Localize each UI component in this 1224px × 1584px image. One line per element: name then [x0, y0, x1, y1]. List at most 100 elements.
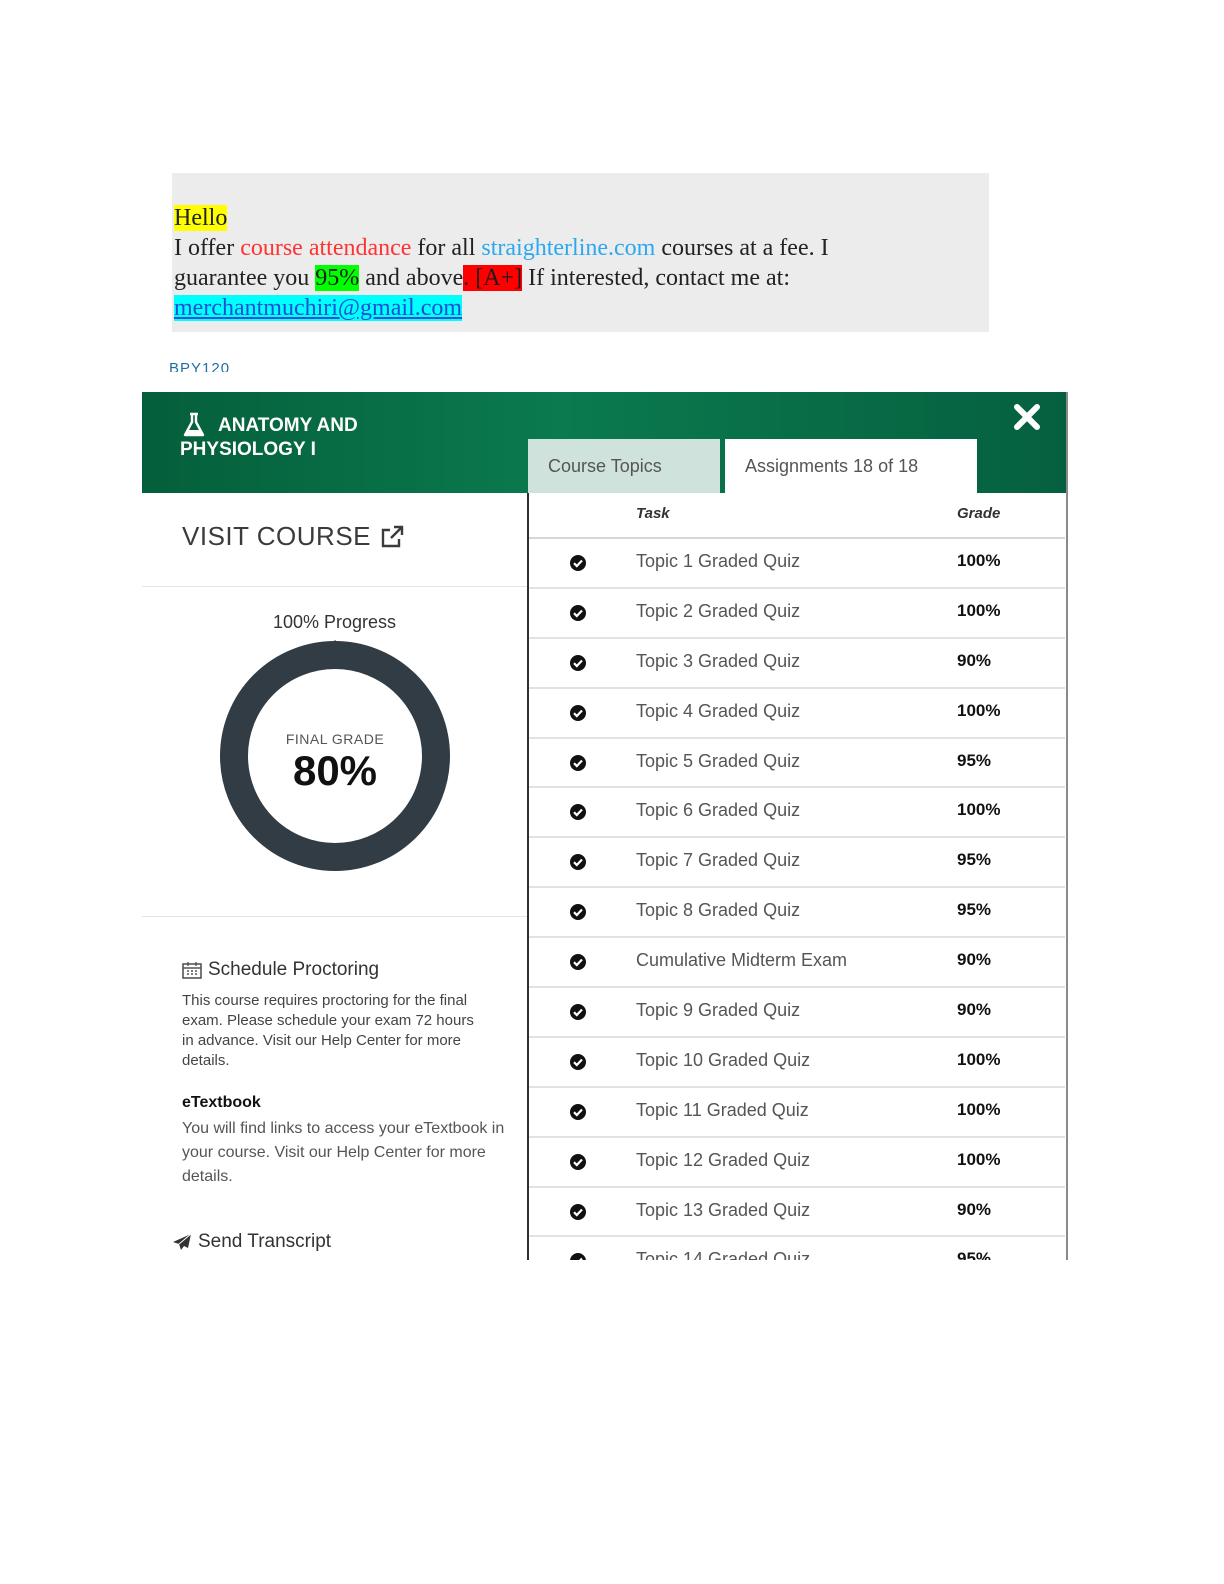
email-link[interactable]: merchantmuchiri@gmail.com — [174, 295, 463, 321]
task-name: Topic 4 Graded Quiz — [636, 700, 801, 721]
divider — [142, 916, 527, 917]
table-row: Topic 10 Graded Quiz 100% — [529, 1038, 1065, 1088]
table-body: Topic 1 Graded Quiz 100% Topic 2 Graded Qu… — [529, 539, 1065, 1260]
task-grade: 95% — [957, 850, 992, 870]
clipped-label: BPY120 — [169, 360, 231, 372]
check-circle-icon — [570, 704, 586, 721]
check-circle-icon — [570, 1153, 586, 1170]
table-row: Topic 7 Graded Quiz 95% — [529, 838, 1065, 889]
schedule-proctoring-link[interactable]: Schedule Proctoring — [182, 959, 379, 981]
check-circle-icon — [570, 904, 586, 921]
check-circle-icon — [570, 804, 586, 821]
task-name: Topic 14 Graded Quiz — [636, 1249, 811, 1260]
text-segment: 95% — [315, 265, 360, 291]
course-panel: ANATOMY AND PHYSIOLOGY I Course Topics A… — [142, 392, 1068, 1260]
task-name: Topic 13 Graded Quiz — [636, 1199, 811, 1220]
task-grade: 100% — [957, 1049, 1001, 1069]
paper-plane-icon — [173, 1233, 192, 1250]
column-header-grade: Grade — [957, 505, 1001, 522]
text-segment: and above — [359, 265, 464, 291]
final-grade-label: FINAL GRADE — [285, 731, 385, 747]
calendar-icon — [182, 962, 202, 979]
table-row: Topic 8 Graded Quiz 95% — [529, 888, 1065, 939]
assignments-table: Task Grade Topic 1 Graded Quiz 100% Topic … — [529, 493, 1065, 1260]
task-grade: 100% — [957, 1099, 1001, 1119]
schedule-proctoring-text: This course requires proctoring for the … — [182, 992, 474, 1069]
table-row: Topic 14 Graded Quiz 95% — [529, 1237, 1065, 1260]
table-row: Topic 1 Graded Quiz 100% — [529, 539, 1065, 589]
divider — [142, 586, 527, 587]
task-name: Topic 10 Graded Quiz — [636, 1049, 811, 1070]
text-segment: for all — [411, 235, 482, 261]
table-header: Task Grade — [529, 493, 1065, 539]
task-name: Topic 3 Graded Quiz — [636, 650, 801, 671]
text-segment: courses at a fee. I — [655, 235, 829, 261]
task-grade: 90% — [957, 1000, 992, 1020]
check-circle-icon — [570, 1203, 586, 1220]
text-segment: guarantee you — [174, 265, 316, 291]
task-grade: 95% — [957, 750, 992, 770]
tab-course-topics[interactable]: Course Topics — [528, 439, 720, 493]
check-circle-icon — [570, 1253, 586, 1260]
course-title: ANATOMY AND PHYSIOLOGY I — [180, 415, 358, 460]
etextbook-text: You will find links to access your eText… — [182, 1120, 505, 1185]
promo-note: Hello I offer course attendance for all … — [172, 173, 989, 332]
final-grade-value: 80% — [292, 747, 378, 794]
task-name: Topic 5 Graded Quiz — [636, 750, 801, 771]
table-row: Topic 9 Graded Quiz 90% — [529, 988, 1065, 1038]
task-name: Topic 2 Graded Quiz — [636, 600, 801, 621]
task-grade: 100% — [957, 1149, 1001, 1169]
task-grade: 100% — [957, 800, 1001, 820]
task-grade: 95% — [957, 1249, 992, 1260]
task-grade: 95% — [957, 900, 992, 920]
table-row: Topic 13 Graded Quiz 90% — [529, 1188, 1065, 1238]
table-row: Topic 11 Graded Quiz 100% — [529, 1088, 1065, 1138]
close-icon[interactable] — [1012, 402, 1042, 432]
task-grade: 100% — [957, 600, 1001, 620]
site-link[interactable]: straighterline.com — [481, 235, 655, 261]
text-segment: course attendance — [240, 235, 412, 261]
check-circle-icon — [570, 1053, 586, 1070]
table-row: Topic 6 Graded Quiz 100% — [529, 788, 1065, 839]
task-name: Topic 12 Graded Quiz — [636, 1149, 811, 1170]
check-circle-icon — [570, 555, 586, 571]
task-name: Topic 1 Graded Quiz — [636, 551, 801, 571]
visit-course-link[interactable]: VISIT COURSE — [182, 521, 405, 552]
schedule-proctoring-label: Schedule Proctoring — [208, 959, 380, 980]
table-row: Topic 2 Graded Quiz 100% — [529, 589, 1065, 639]
hello-text: Hello — [174, 205, 228, 231]
task-name: Topic 7 Graded Quiz — [636, 850, 801, 871]
check-circle-icon — [570, 854, 586, 871]
text-segment: If interested, contact me at: — [522, 265, 790, 291]
course-sidebar: VISIT COURSE 100% Progress FINAL GRADE 8… — [142, 493, 527, 1260]
task-grade: 90% — [957, 1199, 992, 1219]
check-circle-icon — [570, 1103, 586, 1120]
column-header-task: Task — [636, 505, 670, 522]
check-circle-icon — [570, 604, 586, 621]
text-segment: I offer — [174, 235, 241, 261]
panel-header: ANATOMY AND PHYSIOLOGY I Course Topics A… — [142, 392, 1068, 493]
task-name: Cumulative Midterm Exam — [636, 950, 848, 971]
task-name: Topic 6 Graded Quiz — [636, 800, 801, 821]
task-name: Topic 11 Graded Quiz — [636, 1099, 809, 1120]
task-grade: 100% — [957, 551, 1001, 570]
task-grade: 100% — [957, 700, 1001, 720]
check-circle-icon — [570, 954, 586, 971]
table-row: Topic 3 Graded Quiz 90% — [529, 639, 1065, 689]
task-grade: 90% — [957, 950, 992, 970]
table-row: Cumulative Midterm Exam 90% — [529, 938, 1065, 989]
progress-label: 100% Progress — [272, 612, 397, 632]
external-link-icon — [381, 525, 404, 547]
tab-assignments[interactable]: Assignments 18 of 18 — [725, 439, 977, 493]
task-grade: 90% — [957, 650, 992, 670]
check-circle-icon — [570, 754, 586, 771]
send-transcript-link[interactable]: Send Transcript — [172, 1231, 331, 1253]
send-transcript-label: Send Transcript — [198, 1231, 332, 1252]
table-row: Topic 12 Graded Quiz 100% — [529, 1138, 1065, 1188]
promo-text: Hello I offer course attendance for all … — [174, 203, 829, 323]
task-name: Topic 8 Graded Quiz — [636, 900, 801, 921]
check-circle-icon — [570, 654, 586, 671]
panel-border — [1066, 392, 1068, 1260]
visit-course-label: VISIT COURSE — [182, 521, 372, 551]
text-segment: . [A+] — [463, 265, 523, 291]
